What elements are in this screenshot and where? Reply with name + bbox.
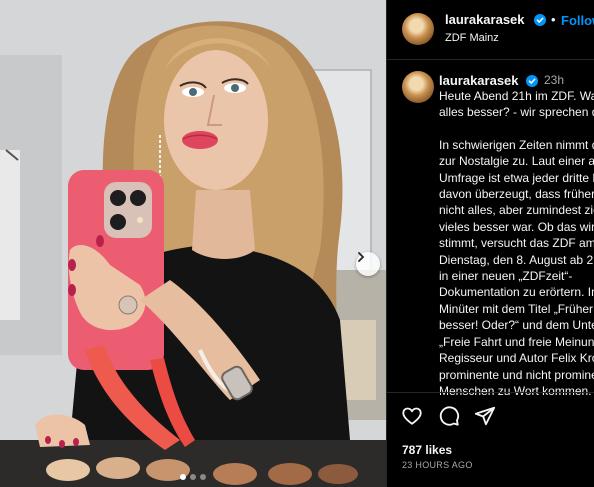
post-header: laurakarasek • Follow ZDF Mainz — [387, 0, 594, 60]
caption-line: besser! Oder?“ und dem Untertitel — [439, 318, 594, 333]
caption-line: Umfrage ist etwa jeder dritte Deutsche — [439, 170, 594, 185]
carousel-dots — [0, 474, 386, 480]
caption-line: Minüter mit dem Titel „Früher war alles — [439, 301, 594, 316]
caption-line: Heute Abend 21h im ZDF. War früher — [439, 89, 594, 103]
location-link[interactable]: ZDF Mainz — [445, 32, 499, 44]
avatar[interactable] — [402, 13, 434, 45]
caption-line: Dokumentation zu erörtern. In 45 — [439, 285, 594, 300]
caption-line: vieles besser war. Ob das wirklich — [439, 219, 594, 234]
caption-line: alles besser? - wir sprechen drüber! — [439, 105, 594, 120]
caption-line: Dienstag, den 8. August ab 21 Uhr — [439, 252, 594, 267]
separator-dot: • — [551, 12, 556, 27]
post-actions: 787 likes 23 HOURS AGO — [387, 392, 594, 487]
carousel-dot-active — [180, 474, 186, 480]
caption-text: Heute Abend 21h im ZDF. War früher alles… — [439, 88, 594, 399]
carousel-dot — [200, 474, 206, 480]
chevron-right-icon — [358, 252, 365, 262]
caption-line: Regisseur und Autor Felix Kroll — [439, 351, 594, 366]
caption-comment: laurakarasek 23h Heute Abend 21h im ZDF.… — [387, 61, 594, 398]
carousel-dot — [190, 474, 196, 480]
follow-button[interactable]: Follow — [561, 13, 594, 28]
paper-plane-icon[interactable] — [474, 405, 496, 427]
caption-line: stimmt, versucht das ZDF am — [439, 236, 594, 251]
caption-username[interactable]: laurakarasek — [439, 73, 519, 88]
caption-time[interactable]: 23h — [544, 73, 564, 87]
heart-icon[interactable] — [401, 405, 423, 427]
posted-time[interactable]: 23 HOURS AGO — [402, 460, 473, 470]
caption-line: davon überzeugt, dass früher zwar — [439, 187, 594, 202]
post-side-panel: laurakarasek • Follow ZDF Mainz laurakar… — [386, 0, 594, 487]
mirror-selfie-image — [0, 0, 386, 487]
caption-line: in einer neuen „ZDFzeit“- — [439, 269, 573, 284]
caption-line: prominente und nicht prominente — [439, 367, 594, 382]
caption-line: nicht alles, aber zumindest ziemlich — [439, 203, 594, 218]
caption-line: „Freie Fahrt und freie Meinung“ lässt — [439, 334, 594, 349]
verified-badge-icon — [526, 75, 538, 87]
carousel-next-button[interactable] — [356, 252, 380, 276]
caption-line: zur Nostalgie zu. Laut einer aktuellen — [439, 154, 594, 169]
header-username[interactable]: laurakarasek — [445, 12, 525, 27]
caption-line: In schwierigen Zeiten nimmt die Sehnsuch… — [439, 137, 594, 152]
likes-count[interactable]: 787 likes — [402, 443, 452, 457]
verified-badge-icon — [534, 14, 546, 26]
caption-avatar[interactable] — [402, 71, 434, 103]
post-photo[interactable] — [0, 0, 386, 487]
comment-icon[interactable] — [438, 405, 460, 427]
